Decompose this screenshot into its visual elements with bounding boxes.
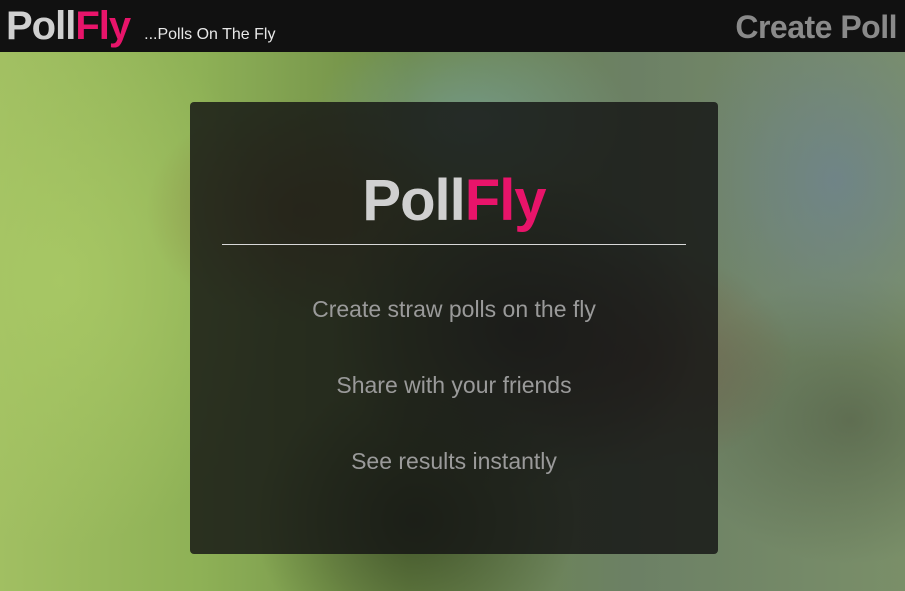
brand: PollFly ...Polls On The Fly	[6, 6, 275, 46]
card-logo: PollFly	[190, 172, 718, 230]
intro-card: PollFly Create straw polls on the fly Sh…	[190, 102, 718, 554]
logo-fly-text: Fly	[75, 4, 131, 48]
feature-see-results: See results instantly	[351, 448, 557, 474]
create-poll-link[interactable]: Create Poll	[735, 7, 897, 46]
logo-link[interactable]: PollFly	[6, 4, 131, 48]
card-logo-fly-text: Fly	[464, 168, 547, 233]
top-navbar: PollFly ...Polls On The Fly Create Poll	[0, 0, 905, 52]
card-divider	[222, 244, 686, 245]
tagline: ...Polls On The Fly	[144, 26, 276, 43]
card-logo-poll-text: Poll	[362, 168, 465, 233]
logo-poll-text: Poll	[6, 4, 76, 48]
feature-create-polls: Create straw polls on the fly	[312, 296, 596, 322]
feature-share-friends: Share with your friends	[336, 372, 572, 398]
